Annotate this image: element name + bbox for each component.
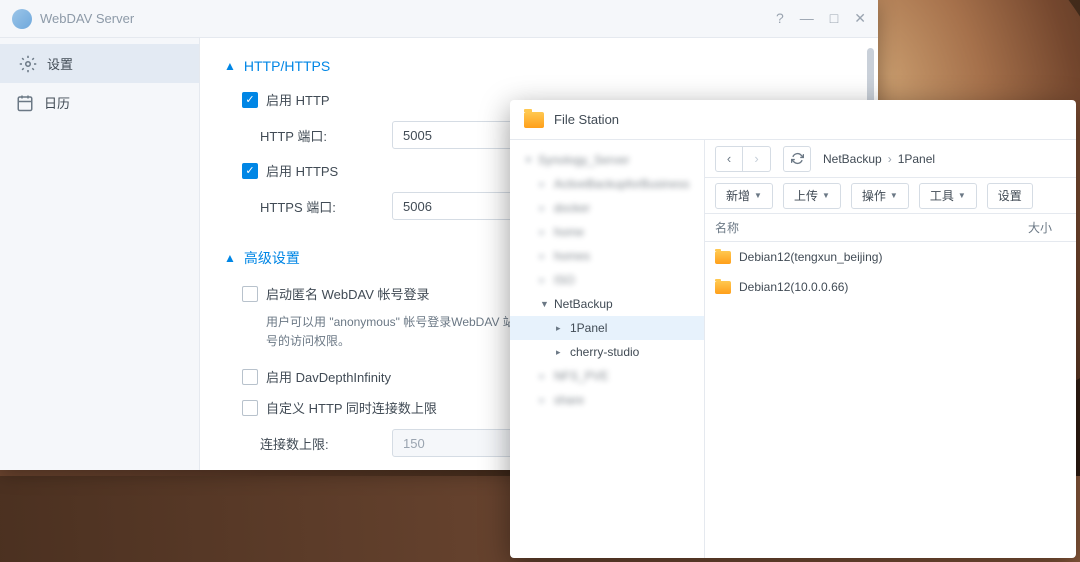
col-name[interactable]: 名称 [705, 219, 1018, 236]
enable-https-checkbox[interactable]: ✓ [242, 163, 258, 179]
maximize-icon[interactable]: □ [830, 10, 838, 27]
custom-conn-checkbox[interactable] [242, 400, 258, 416]
filestation-tree: ▼Synology_Server ▸ActiveBackupforBusines… [510, 140, 705, 558]
enable-https-label: 启用 HTTPS [266, 161, 338, 180]
anon-login-checkbox[interactable] [242, 286, 258, 302]
nav-back-button[interactable]: ‹ [715, 146, 743, 172]
conn-limit-label: 连接数上限: [242, 434, 392, 453]
custom-conn-label: 自定义 HTTP 同时连接数上限 [266, 398, 437, 417]
chevron-down-icon: ▼ [890, 191, 898, 200]
filestation-toolbar: ‹ › NetBackup › 1Panel [705, 140, 1076, 178]
webdav-title: WebDAV Server [40, 11, 776, 26]
upload-button[interactable]: 上传▼ [783, 183, 841, 209]
dav-depth-checkbox[interactable] [242, 369, 258, 385]
sidebar-settings-label: 设置 [47, 54, 73, 73]
webdav-titlebar[interactable]: WebDAV Server ? — □ ✕ [0, 0, 878, 38]
tree-item[interactable]: ▸docker [510, 196, 704, 220]
calendar-icon [16, 94, 34, 112]
operate-button[interactable]: 操作▼ [851, 183, 909, 209]
folder-icon [524, 112, 544, 128]
help-icon[interactable]: ? [776, 10, 784, 27]
webdav-sidebar: 设置 日历 [0, 38, 200, 470]
chevron-up-icon: ▲ [224, 251, 236, 265]
filestation-main: ‹ › NetBackup › 1Panel 新增▼ 上传▼ 操作▼ 工具▼ 设… [705, 140, 1076, 558]
row-name: Debian12(tengxun_beijing) [739, 250, 882, 264]
section-http-header[interactable]: ▲ HTTP/HTTPS [224, 52, 854, 80]
tree-root[interactable]: ▼Synology_Server [510, 148, 704, 172]
refresh-button[interactable] [783, 146, 811, 172]
chevron-down-icon: ▼ [754, 191, 762, 200]
gear-icon [19, 55, 37, 73]
folder-icon [715, 281, 731, 294]
https-port-label: HTTPS 端口: [242, 197, 392, 216]
filestation-title: File Station [554, 112, 619, 127]
settings-button[interactable]: 设置 [987, 183, 1033, 209]
watermark: 值 什么值得买 [948, 530, 1070, 556]
nav-forward-button[interactable]: › [743, 146, 771, 172]
tree-item-cherry[interactable]: ▸cherry-studio [510, 340, 704, 364]
tree-item[interactable]: ▸homes [510, 244, 704, 268]
tree-item-1panel[interactable]: ▸1Panel [510, 316, 704, 340]
tree-item[interactable]: ▸ActiveBackupforBusiness [510, 172, 704, 196]
minimize-icon[interactable]: — [800, 10, 814, 27]
list-item[interactable]: Debian12(10.0.0.66) [705, 272, 1076, 302]
breadcrumb: NetBackup › 1Panel [823, 152, 935, 166]
chevron-right-icon: › [888, 152, 892, 166]
filestation-list: Debian12(tengxun_beijing) Debian12(10.0.… [705, 242, 1076, 558]
scrollbar[interactable] [867, 48, 874, 108]
enable-http-label: 启用 HTTP [266, 90, 330, 109]
chevron-down-icon: ▼ [822, 191, 830, 200]
list-item[interactable]: Debian12(tengxun_beijing) [705, 242, 1076, 272]
sidebar-calendar-label: 日历 [44, 93, 70, 112]
row-name: Debian12(10.0.0.66) [739, 280, 848, 294]
chevron-down-icon: ▼ [958, 191, 966, 200]
sidebar-item-settings[interactable]: 设置 [0, 44, 199, 83]
sidebar-item-calendar[interactable]: 日历 [0, 83, 199, 122]
filestation-actions: 新增▼ 上传▼ 操作▼ 工具▼ 设置 [705, 178, 1076, 214]
tree-item[interactable]: ▸share [510, 388, 704, 412]
filestation-columns: 名称 大小 [705, 214, 1076, 242]
folder-icon [715, 251, 731, 264]
close-icon[interactable]: ✕ [854, 10, 866, 27]
breadcrumb-netbackup[interactable]: NetBackup [823, 152, 882, 166]
webdav-app-icon [12, 9, 32, 29]
watermark-text: 什么值得买 [980, 530, 1070, 556]
tree-item[interactable]: ▸ISO [510, 268, 704, 292]
breadcrumb-1panel[interactable]: 1Panel [898, 152, 935, 166]
section-advanced-title: 高级设置 [244, 248, 300, 268]
tree-item[interactable]: ▸home [510, 220, 704, 244]
tree-item-netbackup[interactable]: ▼NetBackup [510, 292, 704, 316]
new-button[interactable]: 新增▼ [715, 183, 773, 209]
watermark-badge: 值 [948, 530, 974, 556]
enable-log-label: 启动 WebDAV 日志 [266, 469, 377, 470]
section-http-title: HTTP/HTTPS [244, 58, 330, 74]
col-size[interactable]: 大小 [1018, 219, 1076, 236]
filestation-window: File Station ▼Synology_Server ▸ActiveBac… [510, 100, 1076, 558]
chevron-up-icon: ▲ [224, 59, 236, 73]
anon-login-label: 启动匿名 WebDAV 帐号登录 [266, 284, 429, 303]
http-port-label: HTTP 端口: [242, 126, 392, 145]
enable-http-checkbox[interactable]: ✓ [242, 92, 258, 108]
tools-button[interactable]: 工具▼ [919, 183, 977, 209]
tree-item[interactable]: ▸NFS_PVE [510, 364, 704, 388]
filestation-titlebar[interactable]: File Station [510, 100, 1076, 140]
dav-depth-label: 启用 DavDepthInfinity [266, 367, 391, 386]
